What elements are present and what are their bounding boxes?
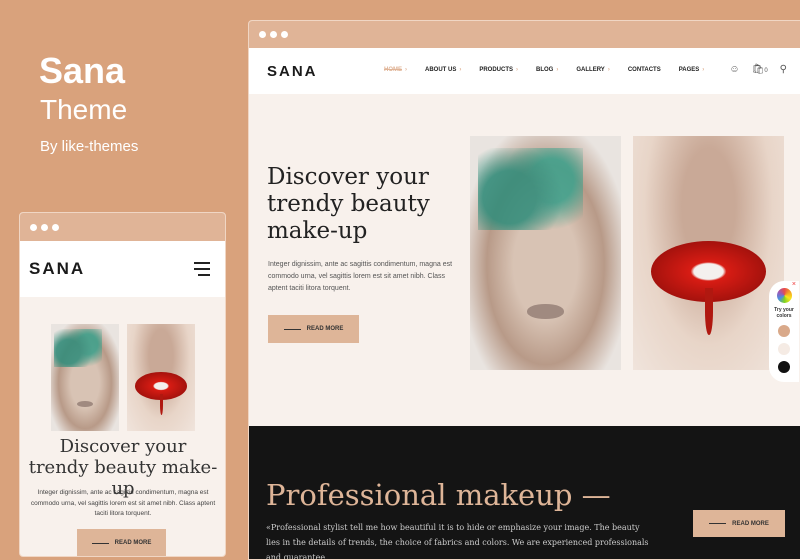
promo-byline: By like-themes (40, 138, 139, 155)
hero-image-green-makeup (470, 136, 621, 370)
user-icon[interactable]: ☺ (729, 64, 739, 75)
mobile-image-red-lips (127, 324, 195, 431)
hero-text: Integer dignissim, ante ac sagittis cond… (268, 261, 453, 292)
cart-count: 0 (764, 68, 768, 74)
nav-item-contacts[interactable]: CONTACTS (628, 67, 661, 73)
chevron-right-icon: › (405, 67, 407, 73)
hero-heading: Discover your trendy beauty make-up (267, 164, 430, 244)
cart-icon[interactable]: 🛍0 (752, 64, 768, 75)
swatch-black[interactable] (778, 361, 790, 373)
nav-item-home[interactable]: HOME › (384, 67, 407, 73)
picker-label: Try your colors (774, 307, 794, 319)
close-icon[interactable]: × (792, 281, 796, 288)
chevron-right-icon: › (459, 67, 462, 73)
mobile-hero-text: Integer dignissim, ante ac sagittis cond… (30, 489, 216, 517)
chevron-right-icon: › (516, 67, 519, 73)
chevron-right-icon: › (607, 67, 610, 73)
nav-item-products[interactable]: PRODUCTS › (479, 67, 518, 73)
promo-title: Sana (39, 50, 126, 91)
nav-item-about-us[interactable]: ABOUT US › (425, 67, 461, 73)
professional-section: Professional makeup — «Professional styl… (249, 426, 800, 560)
logo[interactable]: SANA (267, 63, 318, 80)
hero-image-red-lips (633, 136, 784, 370)
main-nav: HOME › ABOUT US › PRODUCTS › BLOG › GALLERY › CONT… (384, 67, 722, 73)
window-bar (20, 213, 225, 241)
color-picker: × Try your colors (769, 281, 799, 382)
section-heading: Professional makeup — (266, 478, 611, 512)
section-text: «Professional stylist tell me how beauti… (266, 523, 649, 560)
desktop-preview: SANA HOME › ABOUT US › PRODUCTS › BLOG › GALLERY… (248, 20, 800, 560)
chevron-right-icon: › (556, 67, 559, 73)
chevron-right-icon: › (702, 67, 705, 73)
nav-item-gallery[interactable]: GALLERY › (576, 67, 609, 73)
window-bar (249, 21, 800, 48)
logo[interactable]: SANA (29, 259, 85, 279)
site-header: SANA HOME › ABOUT US › PRODUCTS › BLOG › GALLERY… (249, 48, 800, 94)
mobile-image-green-makeup (51, 324, 119, 431)
hero-read-more-button[interactable]: READ MORE (268, 315, 359, 343)
mobile-preview: SANA Discover your trendy beauty make-up… (19, 212, 226, 557)
mobile-header: SANA (20, 241, 225, 297)
nav-item-pages[interactable]: PAGES › (679, 67, 705, 73)
swatch-tan[interactable] (778, 325, 790, 337)
hamburger-menu-icon[interactable] (194, 262, 210, 276)
section-read-more-button[interactable]: READ MORE (693, 510, 785, 537)
search-icon[interactable]: ⚲ (780, 64, 787, 75)
color-wheel-icon (776, 288, 792, 303)
nav-item-blog[interactable]: BLOG › (536, 67, 558, 73)
swatch-cream[interactable] (778, 343, 790, 355)
mobile-read-more-button[interactable]: READ MORE (77, 529, 166, 556)
promo-subtitle: Theme (40, 94, 128, 125)
